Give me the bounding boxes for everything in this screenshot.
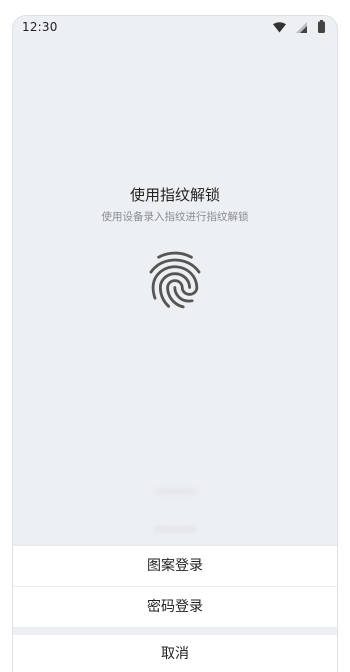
page-subtitle: 使用设备录入指纹进行指纹解锁 [101,211,249,223]
battery-icon [318,20,325,33]
wifi-icon [273,22,286,33]
phone-screen: 12:30 使用指纹解锁 使用设备录入指纹进行指纹解锁 图案登录 密码登录 取消 [12,15,338,672]
fingerprint-icon-graphic [149,251,201,309]
faint-background-option [153,526,197,533]
sheet-divider [13,627,337,635]
status-bar: 12:30 [13,16,337,40]
page-title: 使用指纹解锁 [129,186,220,204]
pattern-login-button[interactable]: 图案登录 [13,546,337,586]
cancel-button[interactable]: 取消 [13,635,337,672]
bottom-action-sheet: 图案登录 密码登录 取消 [13,546,337,672]
fingerprint-icon[interactable] [141,246,209,314]
status-time: 12:30 [22,20,58,34]
faint-background-option [155,488,197,495]
signal-icon [296,22,307,33]
password-login-button[interactable]: 密码登录 [13,586,337,627]
